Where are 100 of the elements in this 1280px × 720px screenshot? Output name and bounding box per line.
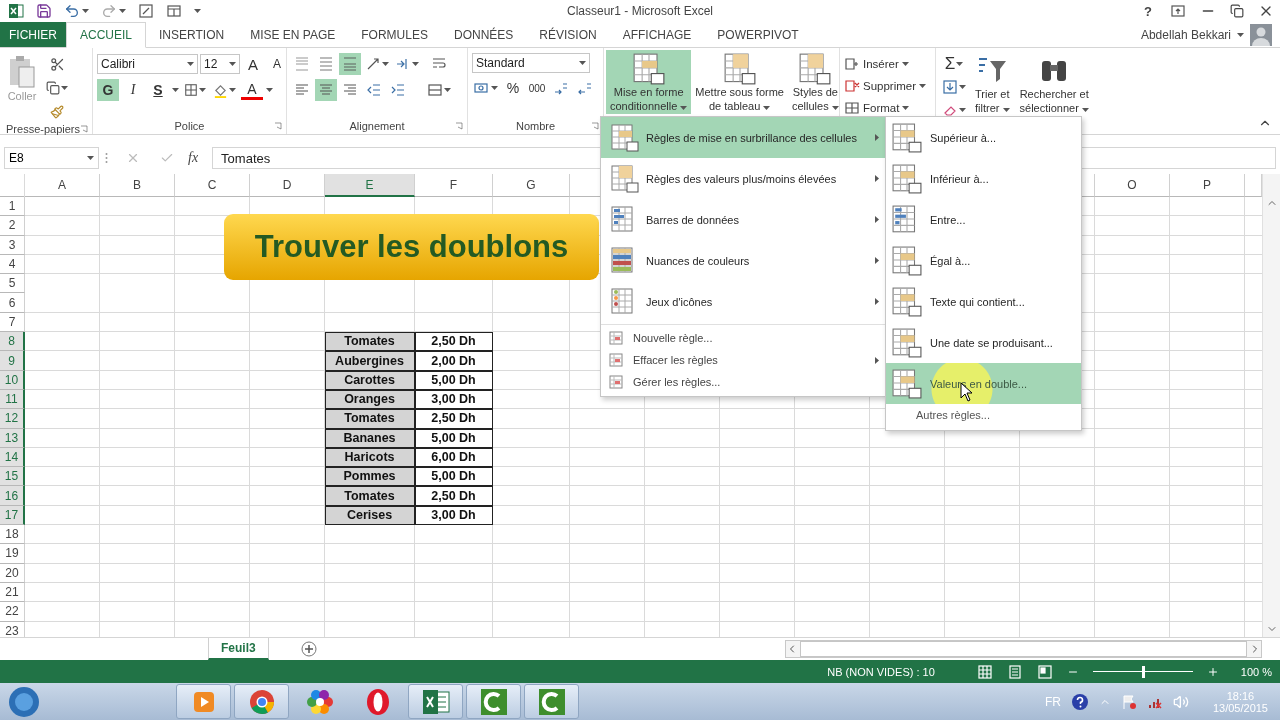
rule-icon [892, 327, 922, 358]
font-name-field[interactable]: Calibri [97, 54, 198, 74]
row-number[interactable]: 2 [0, 216, 25, 236]
taskbar-button[interactable] [234, 684, 289, 719]
start-icon[interactable] [8, 685, 40, 718]
form-icon[interactable] [166, 3, 182, 19]
styles-button[interactable]: Mise en forme conditionnelle [606, 50, 692, 114]
styles-button[interactable]: Mettre sous forme de tableau [691, 50, 788, 114]
caret-icon [266, 88, 273, 92]
paint-bucket-icon [213, 82, 228, 98]
menu-item[interactable]: Règles de mise en surbrillance des cellules [601, 117, 887, 158]
submenu-item[interactable]: Supérieur à... [886, 117, 1081, 158]
dialog-launcher-icon[interactable] [80, 125, 88, 133]
sort-filter-button[interactable]: Trier et filtrer [972, 53, 1013, 117]
touch-mode-icon[interactable] [138, 3, 154, 19]
row-number[interactable]: 16 [0, 486, 25, 506]
ribbon-tab[interactable]: FORMULES [348, 22, 441, 47]
shrink-font-button[interactable]: A [266, 53, 288, 75]
undo-icon[interactable] [64, 3, 80, 19]
autosum-button[interactable]: Σ [940, 53, 968, 75]
row-number[interactable]: 5 [0, 274, 25, 294]
zoom-thumb[interactable] [1141, 665, 1145, 678]
page-break-icon[interactable] [1036, 663, 1053, 680]
italic-button[interactable]: I [122, 79, 144, 101]
normal-view-icon[interactable] [976, 663, 993, 680]
indent-icon [390, 82, 406, 98]
number-format-field[interactable]: Standard [472, 53, 590, 73]
row-number[interactable]: 19 [0, 544, 25, 564]
caret-icon [763, 106, 771, 110]
flower-icon[interactable] [305, 687, 334, 716]
save-icon[interactable] [36, 3, 52, 19]
ribbon-tab[interactable]: POWERPIVOT [704, 22, 812, 47]
group-label: Presse-papiers [6, 123, 80, 135]
help-button[interactable]: ? [1140, 3, 1156, 19]
row-number[interactable]: 6 [0, 293, 25, 313]
zoom-in-icon[interactable] [1206, 665, 1219, 678]
ribbon-tab[interactable]: AFFICHAGE [609, 22, 705, 47]
cells-button[interactable]: Supprimer [844, 75, 927, 96]
row-number[interactable]: 8 [0, 332, 25, 352]
ribbon-display-icon[interactable] [1170, 3, 1186, 19]
name-box[interactable]: E8 [4, 147, 99, 169]
dialog-launcher-icon[interactable] [591, 121, 599, 130]
submenu-item[interactable]: Une date se produisant... [886, 322, 1081, 363]
submenu-item[interactable]: Texte qui contient... [886, 281, 1081, 322]
row-number[interactable]: 18 [0, 525, 25, 545]
decimal-icon [577, 80, 593, 96]
user-name[interactable]: Abdellah Bekkari [1140, 27, 1231, 42]
submenu-item[interactable]: Égal à... [886, 240, 1081, 281]
font-size-field[interactable]: 12 [200, 54, 240, 74]
help-icon[interactable] [1070, 692, 1089, 711]
percent-button[interactable]: % [502, 77, 524, 99]
bold-button[interactable]: G [97, 79, 119, 101]
submenu-item[interactable]: Inférieur à... [886, 158, 1081, 199]
add-sheet-icon[interactable] [300, 641, 317, 657]
sheet-tab[interactable]: Feuil3 [208, 638, 269, 660]
find-select-button[interactable]: Rechercher et sélectionner [1016, 53, 1092, 117]
vertical-scrollbar[interactable] [1262, 174, 1280, 637]
styles-button[interactable]: Styles de cellules [788, 50, 843, 114]
page-layout-icon[interactable] [1006, 663, 1023, 680]
ring-icon[interactable] [365, 687, 390, 716]
insert-cells-icon [844, 55, 860, 72]
font-color-button[interactable]: A [241, 80, 263, 100]
caret-icon [119, 9, 126, 13]
browser-icon[interactable] [248, 688, 275, 715]
taskbar-button[interactable] [408, 684, 463, 719]
spreadsheet-app-icon[interactable] [421, 688, 450, 715]
taskbar-button[interactable] [524, 684, 579, 719]
submenu-item[interactable]: Entre... [886, 199, 1081, 240]
table-cell: Tomates [325, 486, 415, 506]
thousands-button[interactable]: 000 [526, 77, 548, 99]
insert-function-button[interactable]: fx [180, 150, 207, 166]
grow-font-button[interactable]: A [242, 53, 264, 75]
horizontal-scrollbar[interactable] [785, 640, 1262, 658]
ribbon-tab[interactable]: RÉVISION [526, 22, 610, 47]
row-number[interactable]: 15 [0, 467, 25, 487]
dialog-launcher-icon[interactable] [455, 121, 463, 130]
ribbon-tab[interactable]: MISE EN PAGE [237, 22, 349, 47]
underline-button[interactable]: S [147, 79, 169, 101]
row-number[interactable]: 22 [0, 602, 25, 622]
media-player-icon[interactable] [192, 690, 215, 713]
restore-icon[interactable] [1230, 4, 1244, 18]
column-header[interactable]: E [325, 174, 415, 197]
align-icon [318, 82, 334, 98]
ribbon-tab[interactable]: DONNÉES [440, 22, 527, 47]
more-rules-link[interactable]: Autres règles... [886, 404, 1081, 426]
zoom-level[interactable]: 100 % [1240, 665, 1272, 678]
row-number[interactable]: 1 [0, 197, 25, 217]
ribbon-tab[interactable]: ACCUEIL [66, 22, 146, 48]
dialog-launcher-icon[interactable] [274, 121, 282, 130]
excel-logo-icon[interactable] [8, 3, 24, 19]
cells-button[interactable]: Insérer [844, 53, 927, 74]
ribbon-tab[interactable]: INSERTION [146, 22, 238, 47]
flag-icon[interactable] [1120, 693, 1137, 710]
file-tab[interactable]: FICHIER [0, 22, 66, 47]
cells-button[interactable]: Format [844, 97, 927, 118]
row-number[interactable]: 9 [0, 351, 25, 371]
caret-icon [82, 9, 89, 13]
taskbar-button[interactable] [466, 684, 521, 719]
redo-icon[interactable] [101, 3, 117, 19]
row-number[interactable]: 12 [0, 409, 25, 429]
